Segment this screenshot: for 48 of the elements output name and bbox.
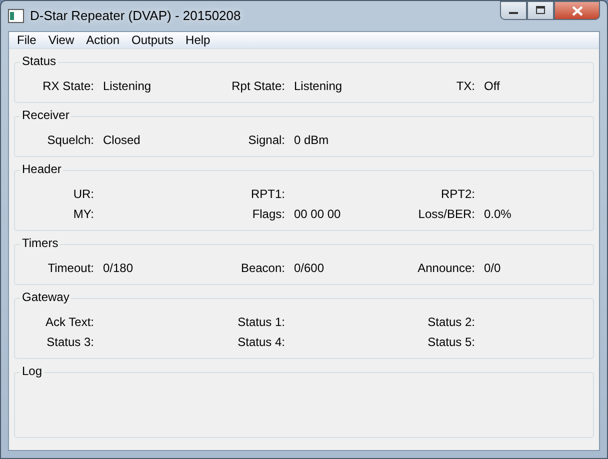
- field-label: Rpt State:: [232, 79, 285, 93]
- field-label: MY:: [73, 207, 94, 221]
- group-title: Timers: [20, 236, 60, 250]
- menu-item[interactable]: Action: [80, 32, 126, 48]
- app-icon: [8, 9, 24, 23]
- field-label: Announce:: [418, 261, 475, 275]
- field-label: Status 3:: [46, 335, 94, 349]
- field-label: Loss/BER:: [418, 207, 475, 221]
- field-value: Listening: [103, 79, 152, 93]
- field-label: Timeout:: [48, 261, 94, 275]
- field-label: Flags:: [252, 207, 285, 221]
- field-value: Closed: [103, 133, 140, 147]
- close-button[interactable]: [554, 1, 600, 20]
- field-label: Status 4:: [238, 335, 285, 349]
- field-label: Ack Text:: [46, 315, 94, 329]
- field-label: Status 5:: [428, 335, 475, 349]
- field-label: UR:: [73, 187, 94, 201]
- maximize-button[interactable]: [527, 1, 554, 20]
- menu-item[interactable]: View: [42, 32, 80, 48]
- field-label: Signal:: [248, 133, 285, 147]
- field-value: 0.0%: [484, 207, 512, 221]
- menu-item[interactable]: Outputs: [126, 32, 180, 48]
- window-title: D-Star Repeater (DVAP) - 20150208: [30, 7, 241, 26]
- field-value: 00 00 00: [294, 207, 341, 221]
- menu-item[interactable]: Help: [180, 32, 216, 48]
- field-label: Squelch:: [47, 133, 94, 147]
- field-label: Status 1:: [238, 315, 285, 329]
- group-title: Gateway: [20, 290, 72, 304]
- field-value: 0 dBm: [294, 133, 329, 147]
- close-icon: [572, 6, 582, 16]
- menu-item[interactable]: File: [11, 32, 42, 48]
- group-title: Receiver: [20, 108, 72, 122]
- field-value: 0/600: [294, 261, 324, 275]
- field-label: TX:: [456, 79, 475, 93]
- field-label: RX State:: [42, 79, 94, 93]
- field-label: Status 2:: [428, 315, 475, 329]
- group-title: Status: [20, 54, 58, 68]
- field-label: RPT1:: [250, 187, 285, 201]
- field-value: Off: [484, 79, 500, 93]
- group-title: Header: [20, 162, 64, 176]
- field-value: 0/180: [103, 261, 134, 275]
- field-value: Listening: [294, 79, 342, 93]
- field-value: 0/0: [484, 261, 501, 275]
- maximize-icon: [536, 6, 546, 15]
- field-label: RPT2:: [440, 187, 475, 201]
- minimize-button[interactable]: [500, 1, 527, 20]
- field-label: Beacon:: [240, 261, 285, 275]
- group-title: Log: [20, 364, 44, 378]
